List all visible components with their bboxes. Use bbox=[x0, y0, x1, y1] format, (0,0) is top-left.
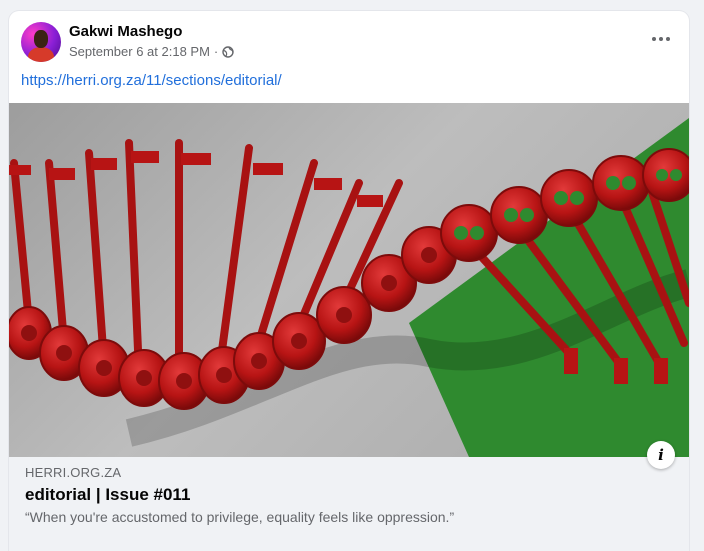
link-preview-image[interactable] bbox=[9, 103, 689, 457]
post-link[interactable]: https://herri.org.za/11/sections/editori… bbox=[21, 72, 282, 89]
globe-icon[interactable] bbox=[222, 45, 234, 58]
link-preview[interactable]: HERRI.ORG.ZA editorial | Issue #011 “Whe… bbox=[9, 457, 689, 551]
avatar-shoulders bbox=[28, 47, 54, 62]
author-name[interactable]: Gakwi Mashego bbox=[69, 23, 182, 40]
preview-description: “When you're accustomed to privilege, eq… bbox=[25, 509, 455, 525]
dna-keys-illustration bbox=[9, 118, 689, 457]
meta-separator: · bbox=[213, 44, 219, 59]
post-card: Gakwi Mashego September 6 at 2:18 PM · h… bbox=[9, 11, 689, 551]
preview-title[interactable]: editorial | Issue #011 bbox=[25, 485, 190, 505]
avatar-face bbox=[34, 30, 48, 48]
more-options-icon[interactable] bbox=[647, 29, 675, 49]
author-avatar[interactable] bbox=[21, 22, 61, 62]
info-icon[interactable]: i bbox=[647, 441, 675, 469]
post-timestamp[interactable]: September 6 at 2:18 PM bbox=[69, 44, 210, 59]
post-meta: September 6 at 2:18 PM · bbox=[69, 44, 234, 59]
preview-domain: HERRI.ORG.ZA bbox=[25, 465, 122, 480]
